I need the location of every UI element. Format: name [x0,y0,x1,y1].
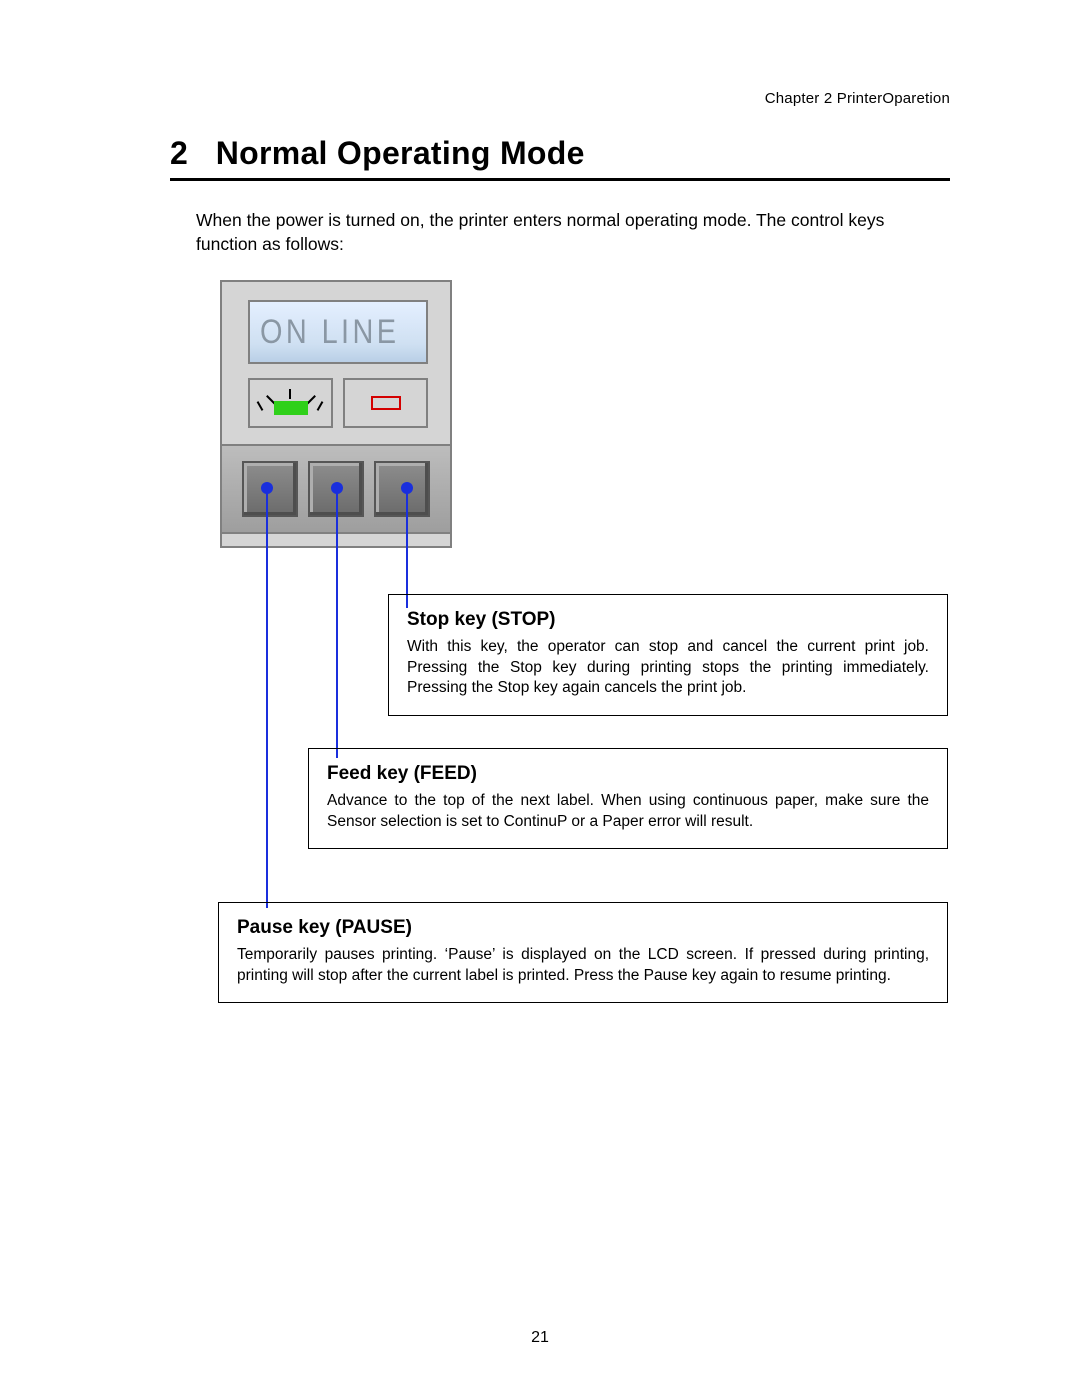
leader-line-feed [336,488,338,758]
indicator-row [248,378,428,428]
callout-pause-title: Pause key (PAUSE) [237,917,929,939]
section-title: 2 Normal Operating Mode [170,135,950,181]
section-title-text: Normal Operating Mode [216,135,585,171]
led-green-icon [274,401,308,415]
lcd-screen: ON LINE [248,300,428,364]
leader-line-stop [406,488,408,608]
callout-pause-body: Temporarily pauses printing. ‘Pause’ is … [237,945,929,986]
page: Chapter 2 PrinterOparetion 2 Normal Oper… [0,0,1080,1397]
callout-pause: Pause key (PAUSE) Temporarily pauses pri… [218,902,948,1003]
section-number: 2 [170,135,188,171]
led-red-icon [371,396,401,410]
leader-line-pause [266,488,268,908]
indicator-online [248,378,333,428]
indicator-error [343,378,428,428]
callout-feed-body: Advance to the top of the next label. Wh… [327,791,929,832]
callout-feed: Feed key (FEED) Advance to the top of th… [308,748,948,849]
callout-stop-title: Stop key (STOP) [407,609,929,631]
callout-stop: Stop key (STOP) With this key, the opera… [388,594,948,715]
figure: ON LINE Stop [196,280,950,1070]
callout-stop-body: With this key, the operator can stop and… [407,637,929,698]
lcd-text: ON LINE [260,313,399,352]
page-number: 21 [0,1329,1080,1347]
callout-feed-title: Feed key (FEED) [327,763,929,785]
chapter-header: Chapter 2 PrinterOparetion [170,90,950,107]
intro-paragraph: When the power is turned on, the printer… [196,209,950,256]
